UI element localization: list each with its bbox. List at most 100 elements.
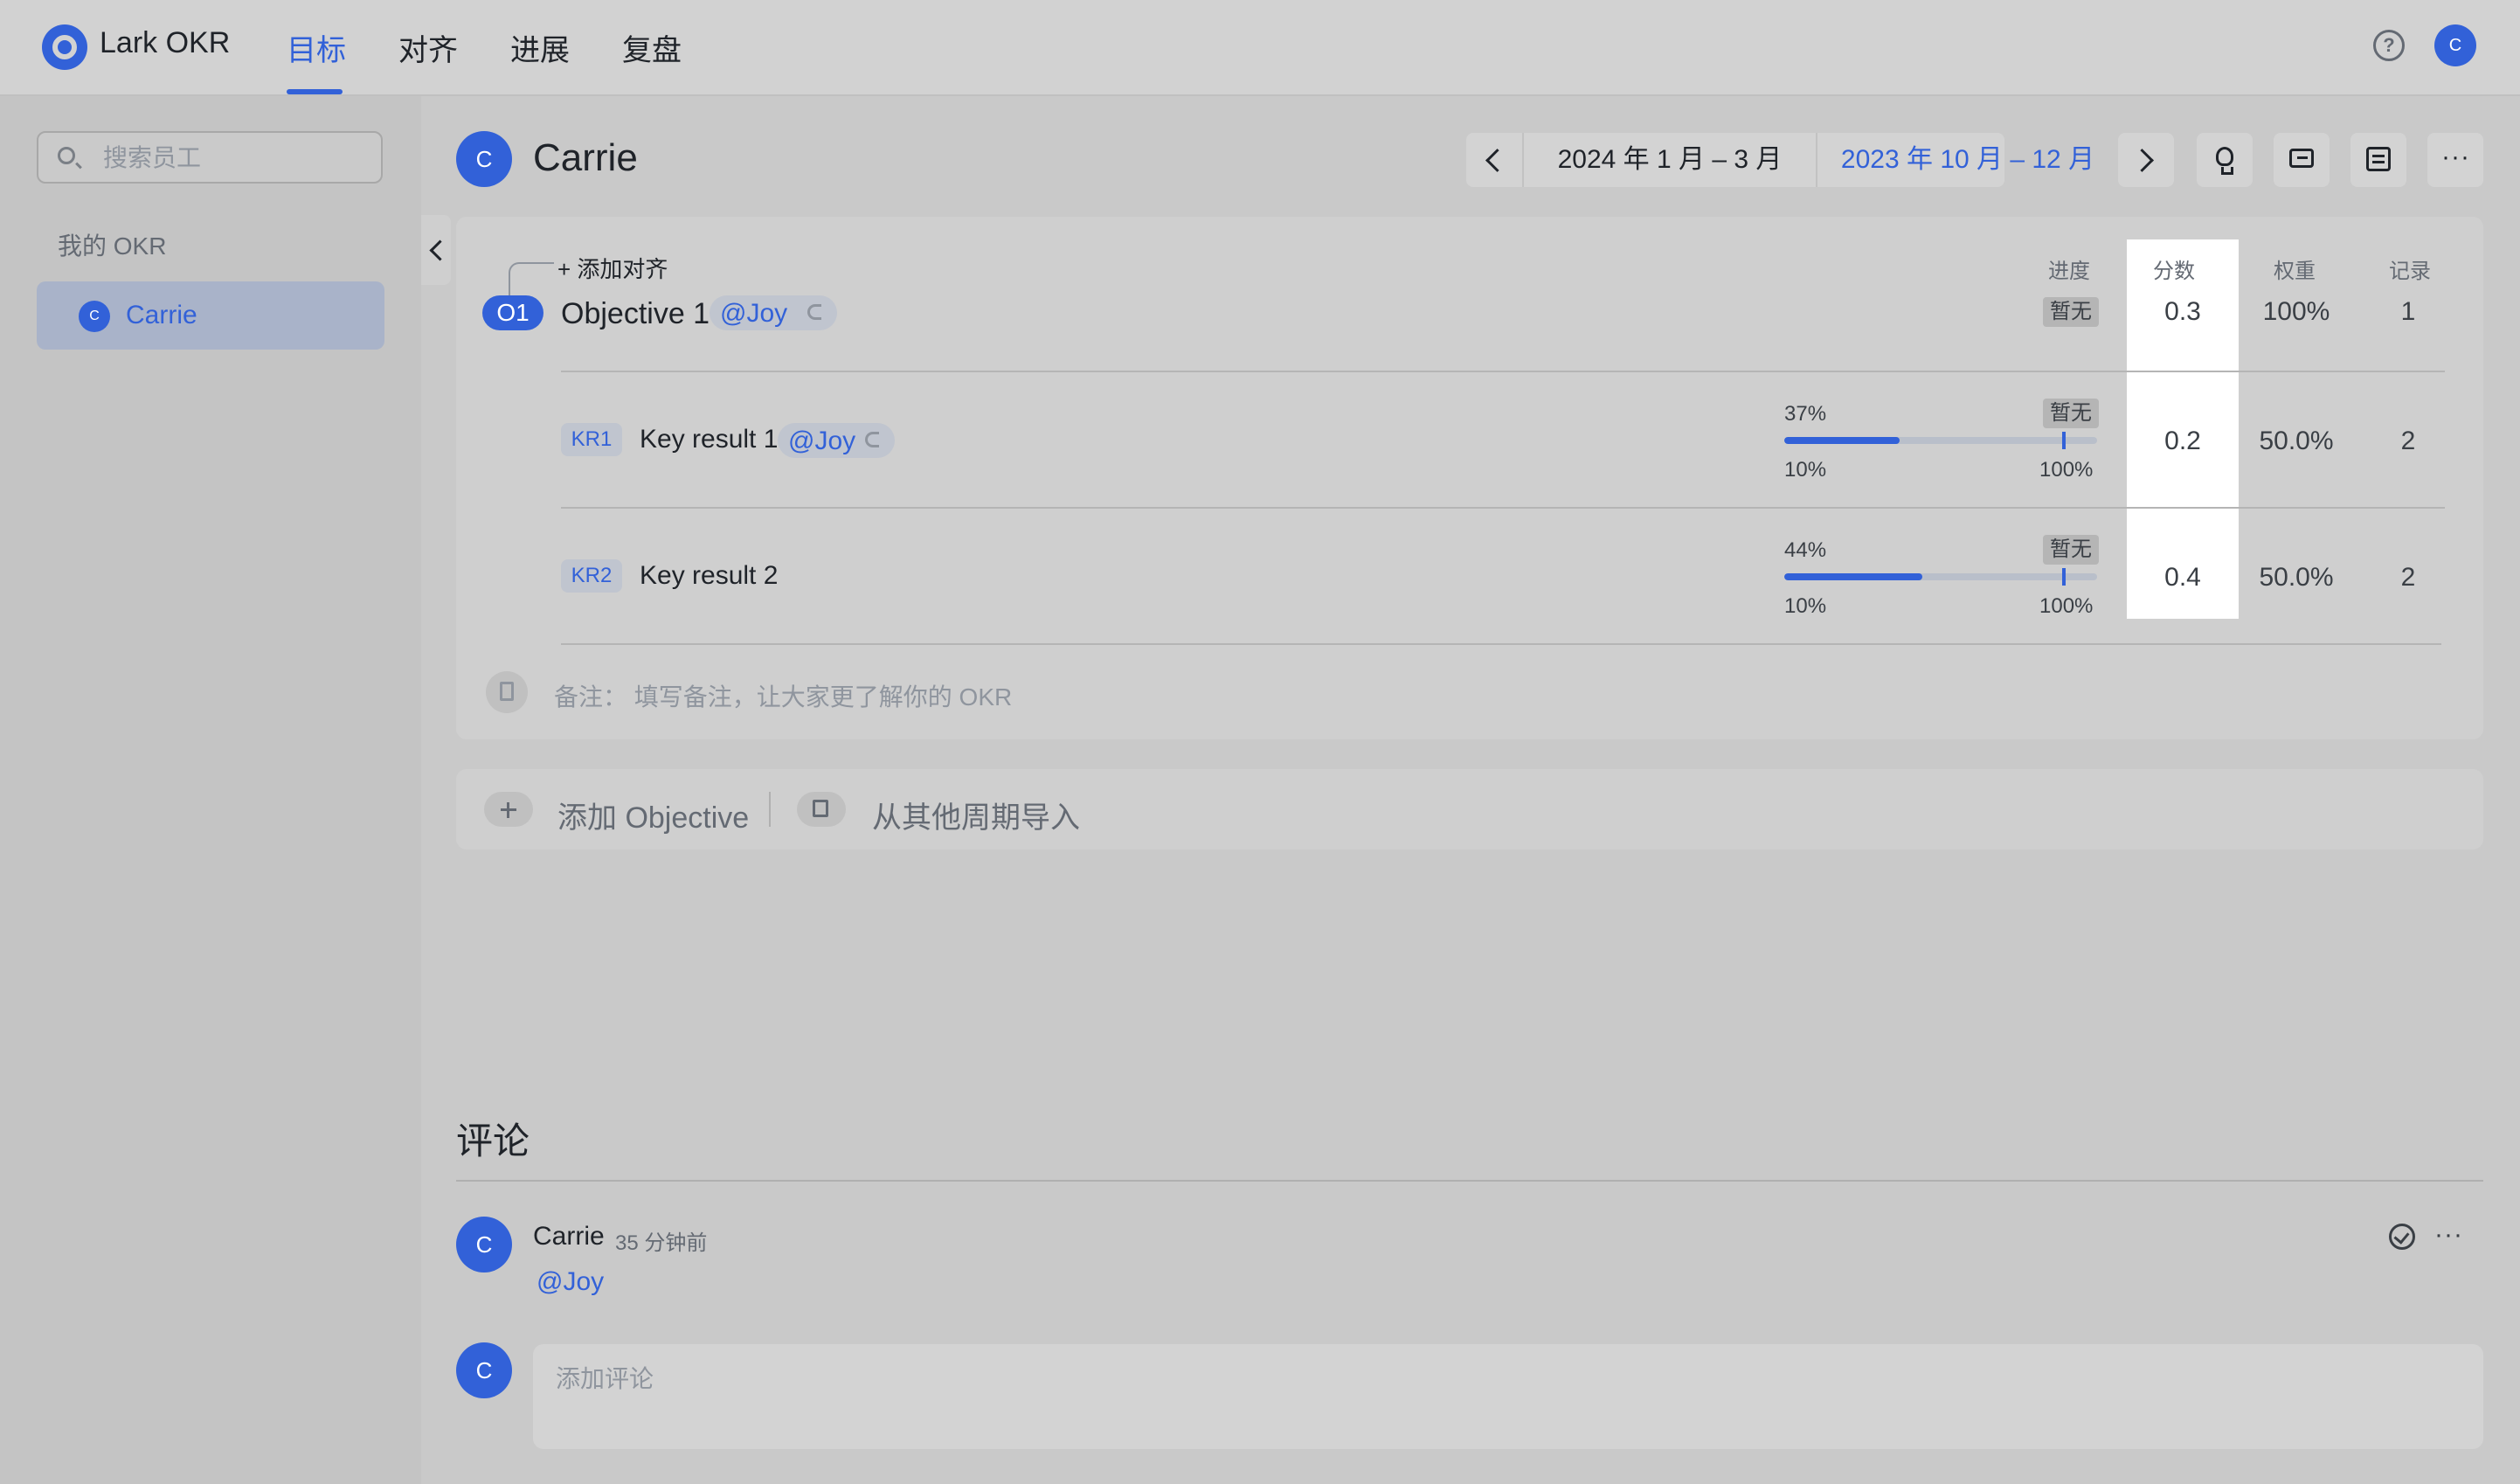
period-switcher: 2024 年 1 月 – 3 月 2023 年 10 月 – 12 月 (1466, 133, 2094, 187)
add-comment-input[interactable] (533, 1344, 2483, 1449)
sidebar-item-label: Carrie (126, 301, 197, 329)
import-from-other-period-button[interactable]: 从其他周期导入 (872, 794, 1080, 836)
divider (561, 643, 2441, 645)
objective-score[interactable]: 0.3 (2127, 297, 2239, 327)
header-avatar[interactable]: C (2434, 24, 2476, 66)
status-badge: 暂无 (2043, 535, 2099, 565)
progress-fill (1784, 437, 1900, 444)
note-field[interactable]: 备注： 填写备注，让大家更了解你的 OKR (554, 678, 1012, 713)
divider (561, 371, 2445, 372)
comment-author: Carrie (533, 1222, 605, 1251)
lark-logo-icon (42, 24, 87, 70)
help-icon[interactable]: ? (2373, 30, 2405, 61)
mention-label: @Joy (720, 299, 788, 328)
add-alignment-button[interactable]: + 添加对齐 (557, 252, 668, 284)
page-title: Carrie (533, 136, 638, 179)
top-bar: Lark OKR 目标 对齐 进展 复盘 ? C (0, 0, 2520, 96)
app-window: Lark OKR 目标 对齐 进展 复盘 ? C 我的 OKR C Carrie… (0, 0, 2520, 1484)
range-end: 100% (2039, 594, 2094, 618)
chevron-left-icon (1485, 149, 1509, 172)
kr-score[interactable]: 0.4 (2127, 563, 2239, 593)
kr-progress-percent: 37% (1784, 402, 1827, 426)
progress-bar[interactable] (1784, 437, 2097, 444)
add-objective-button[interactable]: 添加 Objective (557, 794, 749, 836)
objective-weight[interactable]: 100% (2251, 297, 2342, 327)
plus-icon[interactable] (484, 792, 533, 827)
objective-badge: O1 (482, 295, 543, 330)
comment-body[interactable]: @Joy (537, 1267, 604, 1297)
link-icon (865, 432, 879, 447)
objective-mention[interactable]: @Joy (710, 295, 837, 330)
comments-title: 评论 (456, 1120, 530, 1162)
column-header-progress: 进度 (2048, 260, 2090, 283)
sidebar-section-my-okr: 我的 OKR (58, 232, 167, 260)
comment-more-icon[interactable]: ··· (2434, 1220, 2463, 1250)
nav-tab-align[interactable]: 对齐 (398, 26, 458, 69)
kr-mention[interactable]: @Joy (778, 423, 895, 458)
kr-badge: KR1 (561, 423, 622, 456)
kr-title[interactable]: Key result 2 (640, 561, 778, 591)
status-badge: 暂无 (2043, 297, 2099, 327)
range-end: 100% (2039, 458, 2094, 482)
previous-period-link[interactable]: 2023 年 10 月 – 12 月 (1817, 133, 2118, 187)
column-header-score: 分数 (2153, 260, 2195, 283)
link-icon (807, 304, 821, 320)
lightbulb-icon (2216, 147, 2233, 175)
sidebar-item-carrie[interactable]: C Carrie (37, 281, 384, 350)
more-icon: ··· (2441, 142, 2470, 171)
range-start: 10% (1784, 594, 1827, 618)
more-button[interactable]: ··· (2427, 133, 2483, 187)
objective-records[interactable]: 1 (2377, 297, 2440, 327)
nav-tab-progress[interactable]: 进展 (510, 26, 570, 69)
kr-title[interactable]: Key result 1 (640, 425, 778, 454)
divider (561, 507, 2445, 509)
nav-tab-review[interactable]: 复盘 (622, 26, 682, 69)
kr-progress-percent: 44% (1784, 538, 1827, 562)
progress-bar[interactable] (1784, 573, 2097, 580)
align-connector (509, 262, 554, 295)
avatar: C (79, 301, 110, 332)
input-avatar: C (456, 1342, 512, 1398)
kr-badge: KR2 (561, 559, 622, 593)
comment-button[interactable] (2274, 133, 2330, 187)
collapse-sidebar-chevron-icon[interactable] (421, 215, 451, 285)
chevron-right-icon (2130, 149, 2154, 172)
sidebar: 我的 OKR C Carrie (0, 96, 421, 1484)
import-icon[interactable] (797, 792, 846, 827)
add-objective-bar (456, 769, 2483, 849)
table-view-button[interactable] (2350, 133, 2406, 187)
progress-target-marker (2062, 432, 2066, 449)
column-header-records: 记录 (2389, 260, 2431, 283)
search-icon (58, 147, 75, 164)
search-input[interactable] (101, 142, 367, 175)
kr-weight[interactable]: 50.0% (2251, 426, 2342, 456)
table-icon (2366, 147, 2391, 171)
note-icon (486, 671, 528, 713)
next-period-button[interactable] (2118, 133, 2174, 187)
column-header-weight: 权重 (2274, 260, 2316, 283)
tips-button[interactable] (2197, 133, 2253, 187)
comment-avatar: C (456, 1217, 512, 1272)
brand-name: Lark OKR (100, 26, 231, 59)
progress-fill (1784, 573, 1922, 580)
search-box[interactable] (37, 131, 383, 184)
divider (769, 792, 771, 827)
status-badge: 暂无 (2043, 399, 2099, 428)
comment-icon (2289, 149, 2314, 168)
nav-active-indicator (287, 89, 343, 94)
divider (456, 1180, 2483, 1182)
prev-period-button[interactable] (1466, 133, 1524, 187)
kr-records[interactable]: 2 (2377, 563, 2440, 593)
kr-score[interactable]: 0.2 (2127, 426, 2239, 456)
kr-weight[interactable]: 50.0% (2251, 563, 2342, 593)
resolve-check-icon[interactable] (2389, 1224, 2415, 1250)
current-period[interactable]: 2024 年 1 月 – 3 月 (1524, 133, 1817, 187)
progress-target-marker (2062, 568, 2066, 586)
kr-records[interactable]: 2 (2377, 426, 2440, 456)
objective-title[interactable]: Objective 1 (561, 297, 710, 331)
nav-tab-goals[interactable]: 目标 (287, 26, 346, 69)
user-avatar: C (456, 131, 512, 187)
comment-time: 35 分钟前 (615, 1231, 708, 1255)
mention-label: @Joy (788, 426, 856, 455)
range-start: 10% (1784, 458, 1827, 482)
